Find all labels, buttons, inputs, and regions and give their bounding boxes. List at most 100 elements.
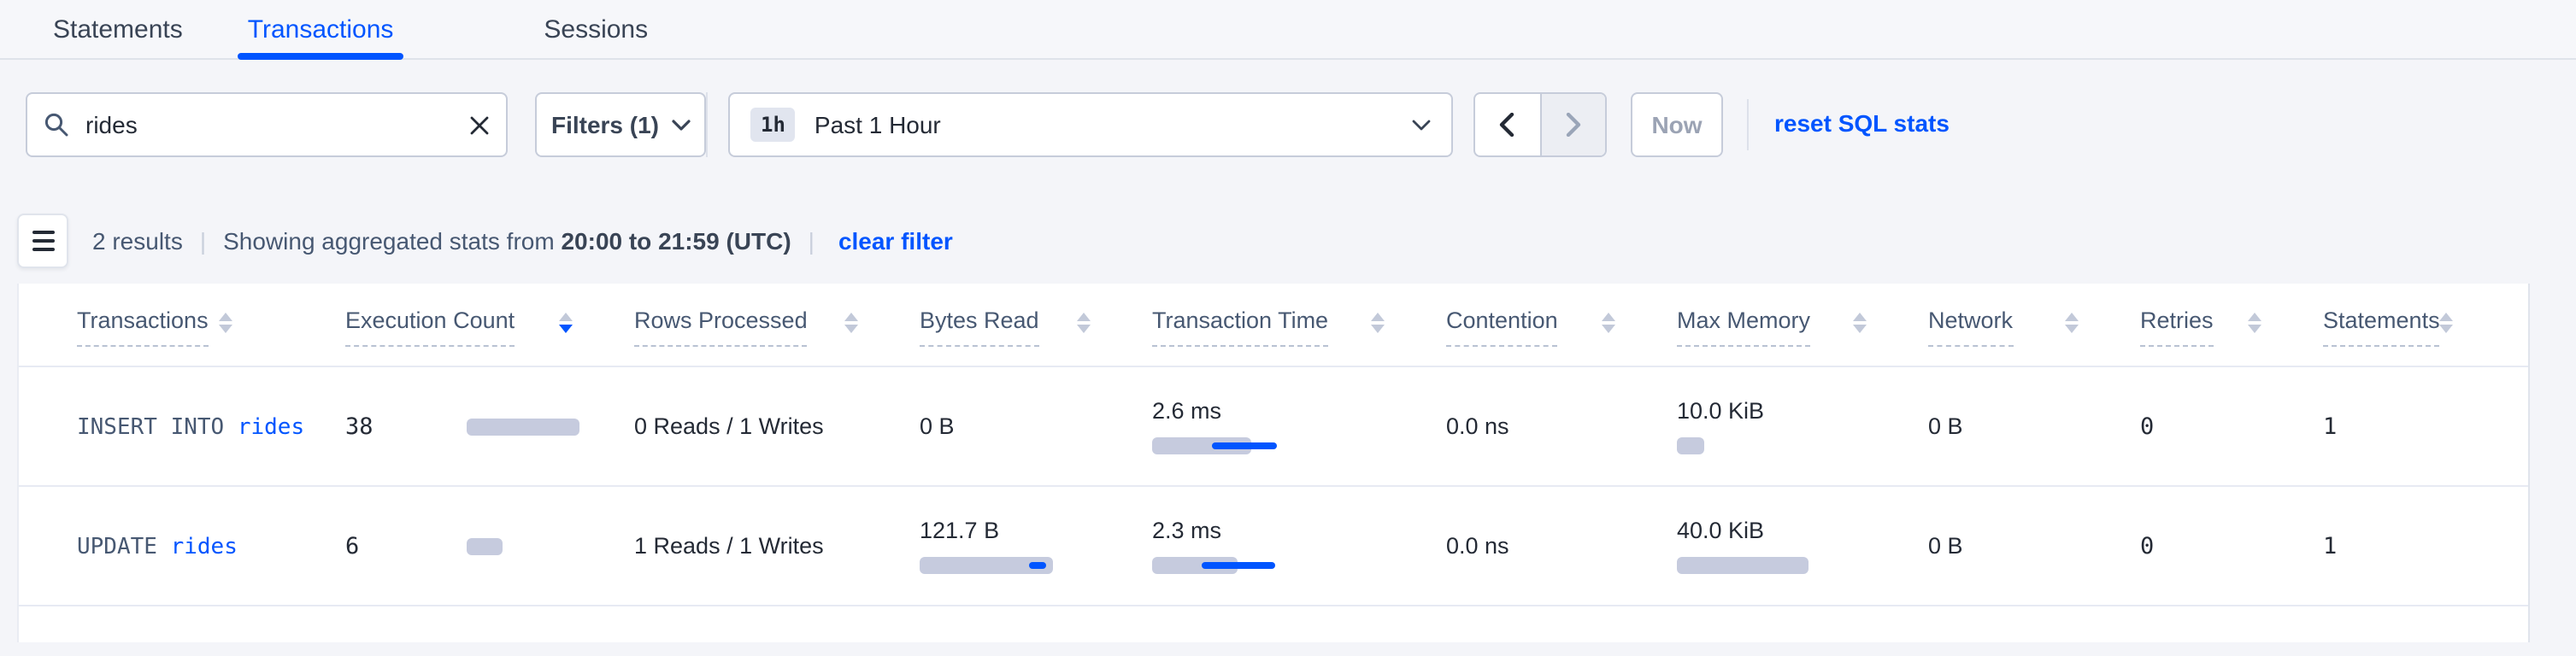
cell-value: 0 B [1928, 413, 1963, 439]
sql-keyword: UPDATE [77, 534, 171, 559]
search-input[interactable] [82, 109, 470, 140]
sort-arrows-icon[interactable] [2440, 313, 2454, 333]
column-label: Rows Processed [634, 308, 808, 347]
tab-sessions[interactable]: Sessions [544, 0, 648, 58]
sort-arrows-icon[interactable] [2248, 313, 2261, 333]
column-header-execution-count[interactable]: Execution Count [345, 308, 634, 366]
chevron-down-icon [1412, 119, 1431, 131]
cell-retries: 0 [2140, 532, 2323, 559]
cell-network: 0 B [1928, 533, 2140, 559]
menu-icon [32, 231, 54, 234]
cell-rows-processed: 1 Reads / 1 Writes [634, 533, 920, 559]
column-header-transaction-time[interactable]: Transaction Time [1152, 308, 1446, 366]
value-bar [1677, 557, 1928, 574]
separator: | [809, 227, 815, 255]
table-body: INSERT INTO rides380 Reads / 1 Writes 0 B… [19, 367, 2528, 606]
time-range-badge: 1h [750, 108, 796, 142]
transaction-fingerprint-link[interactable]: rides [238, 414, 304, 440]
time-range-label: Past 1 Hour [815, 111, 1412, 138]
value-bar [1677, 437, 1928, 454]
cell-value: 6 [345, 532, 359, 559]
tab-statements[interactable]: Statements [53, 0, 183, 58]
tab-bar: Statements Transactions Sessions [0, 0, 2576, 60]
sort-arrows-icon[interactable] [1853, 313, 1867, 333]
cell-rows-processed: 0 Reads / 1 Writes [634, 413, 920, 439]
time-range-select[interactable]: 1h Past 1 Hour [728, 92, 1453, 157]
table-row: INSERT INTO rides380 Reads / 1 Writes 0 B… [19, 367, 2528, 485]
search-icon [44, 113, 68, 137]
column-label: Transaction Time [1152, 308, 1328, 347]
value-bar [1152, 557, 1446, 574]
filters-button[interactable]: Filters (1) [535, 92, 706, 157]
column-header-statements[interactable]: Statements [2323, 308, 2532, 366]
cell-value: 1 Reads / 1 Writes [634, 533, 824, 559]
cell-value: 2.6 ms [1152, 398, 1446, 424]
value-bar [920, 557, 1152, 574]
column-header-network[interactable]: Network [1928, 308, 2140, 366]
column-label: Transactions [77, 308, 209, 347]
transactions-table: Transactions Execution Count Rows Processe… [17, 284, 2530, 642]
column-label: Bytes Read [920, 308, 1039, 347]
cell-value: 40.0 KiB [1677, 518, 1928, 543]
cell-bytes-read: 0 B [920, 413, 1152, 439]
showing-stats-text: Showing aggregated stats from 20:00 to 2… [223, 227, 791, 255]
tab-transactions[interactable]: Transactions [248, 0, 394, 58]
cell-retries: 0 [2140, 413, 2323, 440]
sort-arrows-icon[interactable] [844, 313, 858, 333]
column-header-transactions[interactable]: Transactions [77, 308, 345, 366]
column-header-contention[interactable]: Contention [1446, 308, 1677, 366]
column-header-rows-processed[interactable]: Rows Processed [634, 308, 920, 366]
reset-sql-stats-link[interactable]: reset SQL stats [1774, 109, 1950, 137]
cell-max-memory: 40.0 KiB [1677, 518, 1928, 574]
cell-value: 121.7 B [920, 518, 1152, 543]
cell-network: 0 B [1928, 413, 2140, 439]
column-label: Statements [2323, 308, 2440, 347]
now-button[interactable]: Now [1631, 92, 1723, 157]
cell-value: 0 B [920, 413, 955, 439]
time-window: 20:00 to 21:59 (UTC) [561, 227, 791, 255]
cell-transactions: UPDATE rides [77, 532, 345, 559]
cell-value: 10.0 KiB [1677, 398, 1928, 424]
cell-execution-count: 6 [345, 532, 634, 559]
results-bar: 2 results | Showing aggregated stats fro… [17, 214, 953, 268]
column-header-max-memory[interactable]: Max Memory [1677, 308, 1928, 366]
cell-value: 1 [2323, 532, 2337, 559]
toolbar-divider [1747, 99, 1749, 150]
filters-label: Filters (1) [551, 111, 659, 138]
sort-arrows-icon[interactable] [1077, 313, 1091, 333]
cell-transaction-time: 2.6 ms [1152, 398, 1446, 454]
sort-arrows-icon[interactable] [1371, 313, 1385, 333]
cell-execution-count: 38 [345, 413, 634, 440]
cell-value: 0 [2140, 532, 2154, 559]
column-header-bytes-read[interactable]: Bytes Read [920, 308, 1152, 366]
cell-statements: 1 [2323, 532, 2532, 559]
cell-transaction-time: 2.3 ms [1152, 518, 1446, 574]
sort-arrows-icon[interactable] [559, 313, 573, 333]
chevron-down-icon [671, 119, 690, 131]
value-bar [467, 537, 503, 554]
cell-transactions: INSERT INTO rides [77, 413, 345, 440]
column-header-retries[interactable]: Retries [2140, 308, 2323, 366]
cell-max-memory: 10.0 KiB [1677, 398, 1928, 454]
column-label: Execution Count [345, 308, 515, 347]
cell-value: 2.3 ms [1152, 518, 1446, 543]
table-row: UPDATE rides61 Reads / 1 Writes121.7 B2.… [19, 485, 2528, 606]
value-bar [467, 418, 579, 435]
prev-time-button[interactable] [1475, 94, 1539, 155]
column-label: Network [1928, 308, 2013, 347]
transaction-fingerprint-link[interactable]: rides [171, 534, 238, 559]
cell-value: 0.0 ns [1446, 533, 1509, 559]
sort-arrows-icon[interactable] [1602, 313, 1615, 333]
cell-value: 1 [2323, 413, 2337, 440]
clear-filter-link[interactable]: clear filter [838, 227, 953, 255]
table-header-row: Transactions Execution Count Rows Processe… [19, 284, 2528, 367]
cell-value: 0 [2140, 413, 2154, 440]
sort-arrows-icon[interactable] [2065, 313, 2079, 333]
separator: | [200, 227, 206, 255]
next-time-button[interactable] [1539, 94, 1605, 155]
cell-value: 0 Reads / 1 Writes [634, 413, 824, 439]
clear-search-icon[interactable] [470, 115, 489, 134]
column-selector-button[interactable] [17, 214, 68, 268]
sort-arrows-icon[interactable] [219, 313, 232, 333]
search-box[interactable] [26, 92, 508, 157]
